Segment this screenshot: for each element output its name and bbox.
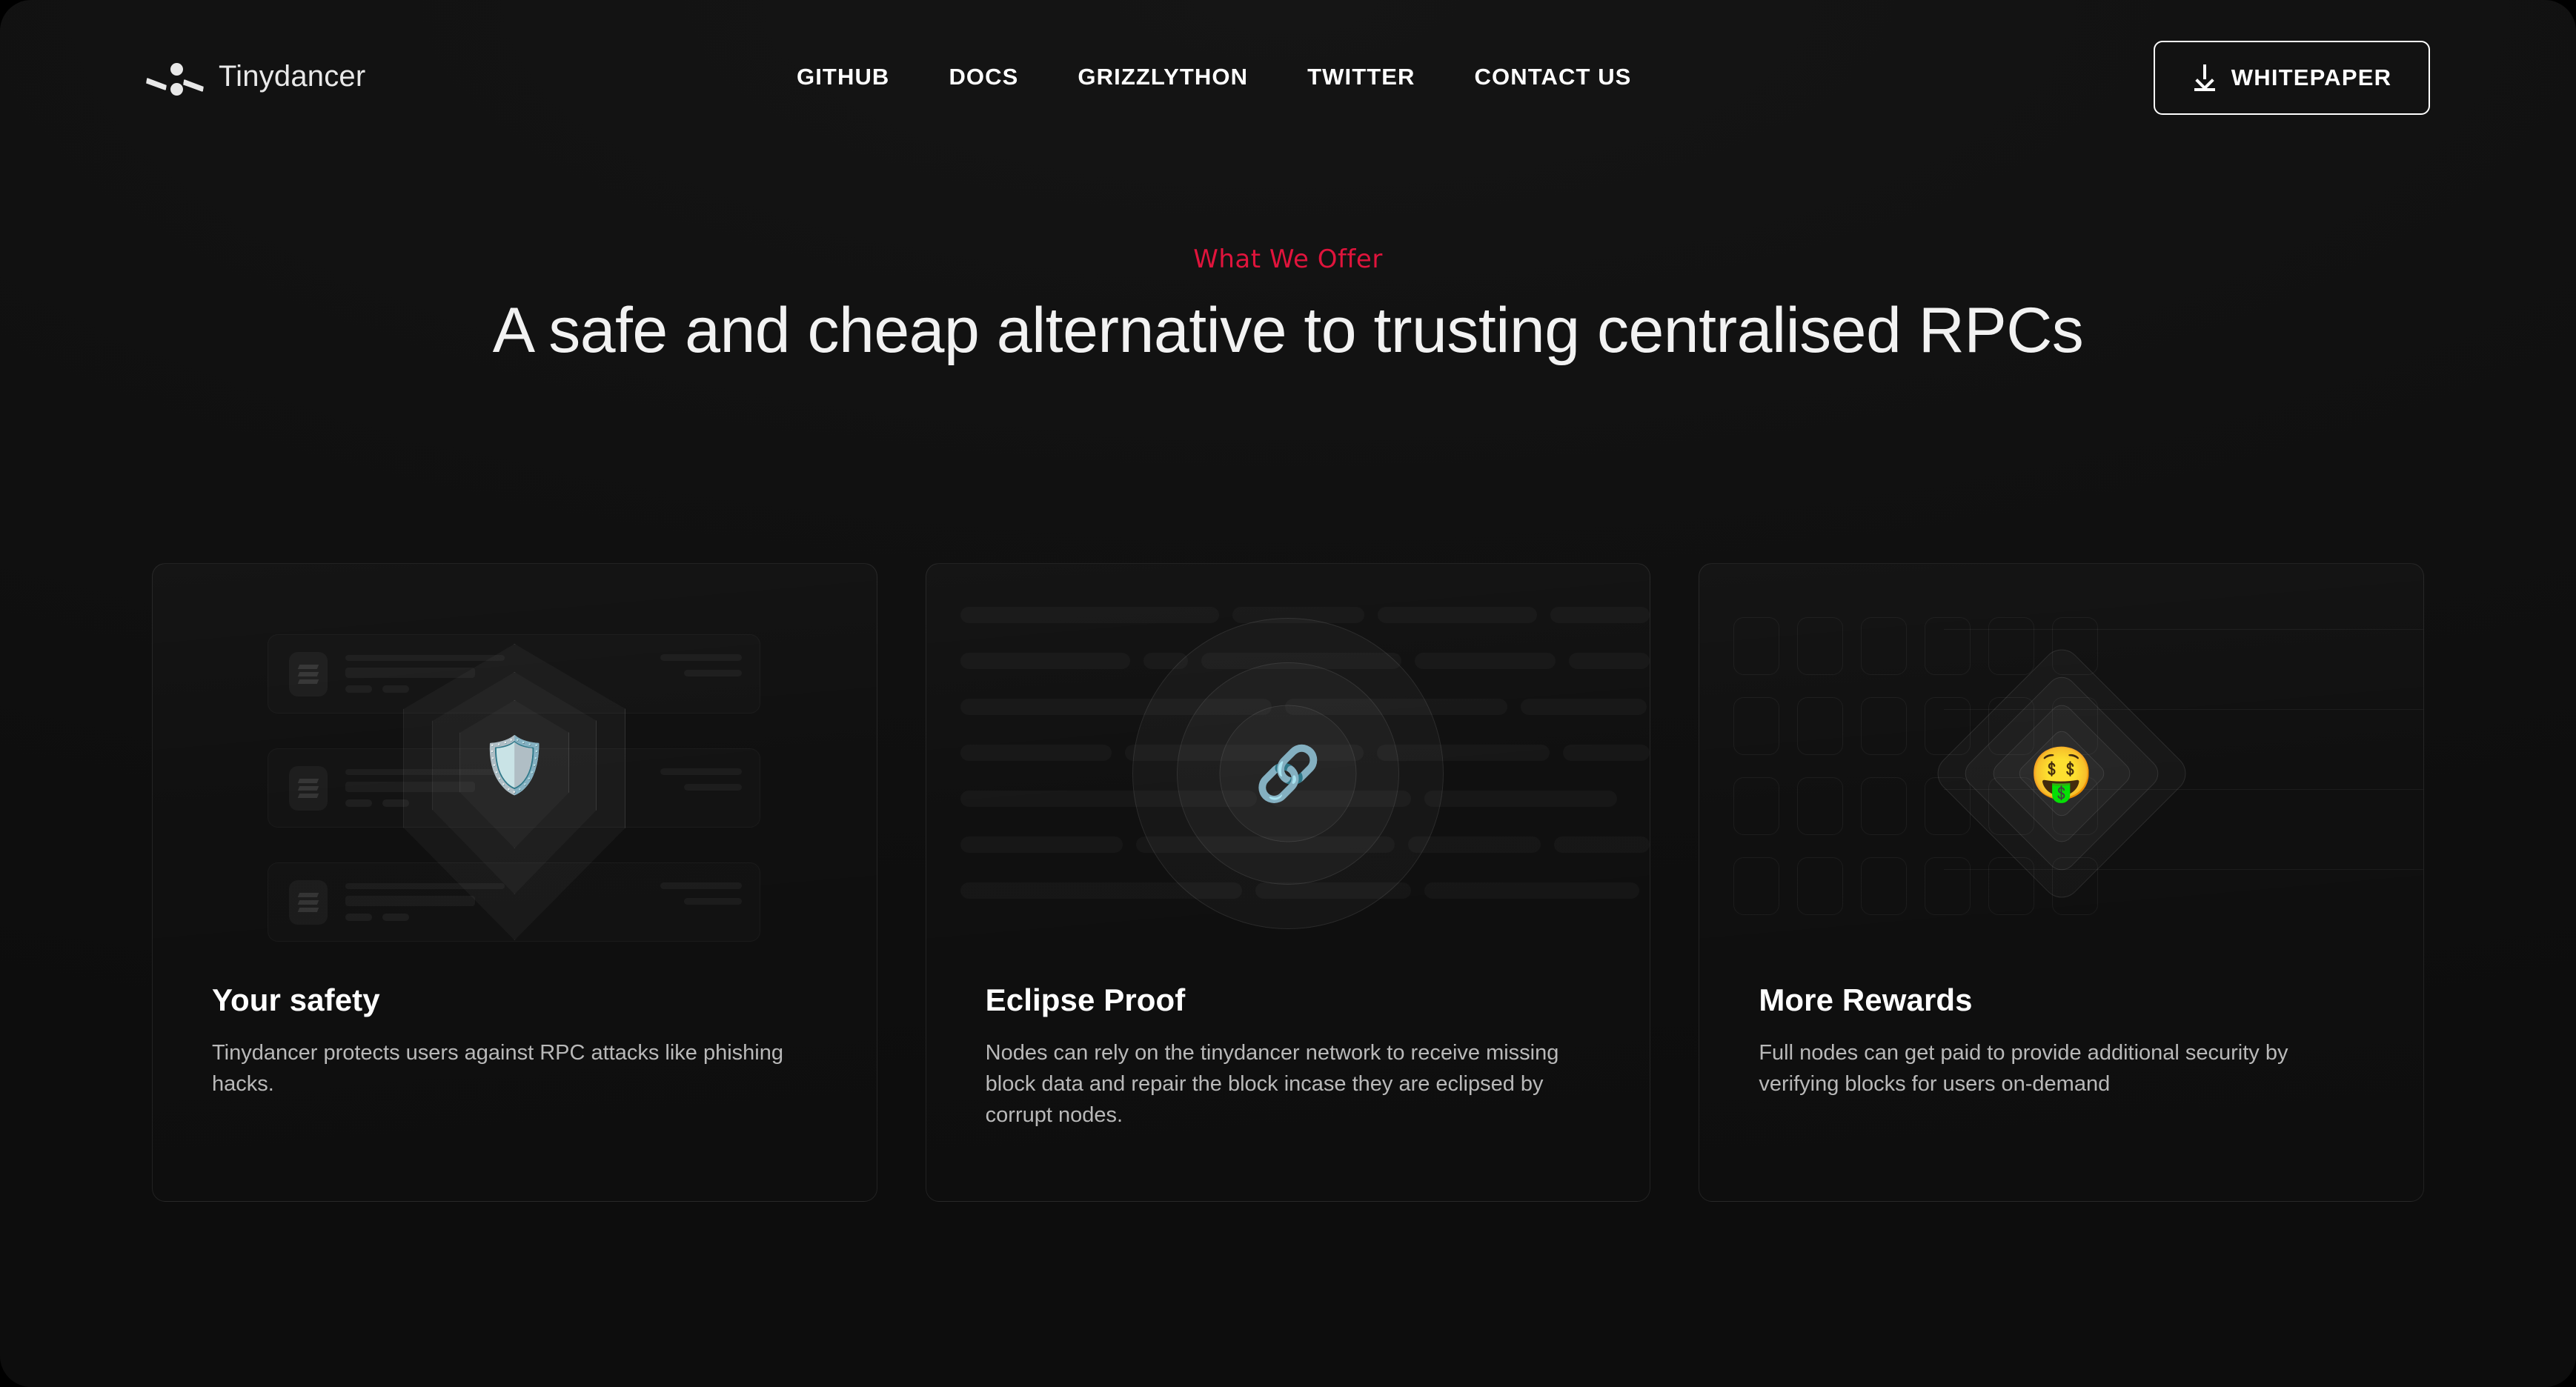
hero-section: What We Offer A safe and cheap alternati… — [0, 245, 2576, 367]
shield-stack-illustration: 🛡️ — [153, 564, 877, 982]
skeleton-right-lines — [660, 654, 742, 685]
card-description: Nodes can rely on the tinydancer network… — [985, 1041, 1559, 1128]
card-text-block: Your safety Tinydancer protects users ag… — [153, 982, 877, 1100]
feature-card-your-safety[interactable]: 🛡️ Your safety Tinydancer protects users… — [152, 563, 877, 1202]
nested-shield-shapes: 🛡️ — [403, 644, 625, 955]
card-title: Eclipse Proof — [985, 982, 1186, 1017]
whitepaper-button-label: WHITEPAPER — [2231, 64, 2392, 90]
feature-cards: 🛡️ Your safety Tinydancer protects users… — [152, 563, 2425, 1202]
brand-name: Tinydancer — [219, 59, 366, 93]
nav-link-docs[interactable]: DOCS — [919, 64, 1048, 90]
chain-link-emoji: 🔗 — [1255, 742, 1321, 805]
whitepaper-button[interactable]: WHITEPAPER — [2154, 41, 2430, 115]
brand-logo[interactable]: Tinydancer — [146, 53, 365, 99]
concentric-circles-illustration: 🔗 — [926, 564, 1650, 982]
card-text-block: Eclipse Proof Nodes can rely on the tiny… — [926, 982, 1650, 1131]
nav-link-grizzlython[interactable]: GRIZZLYTHON — [1048, 64, 1278, 90]
nav-link-contact-us[interactable]: CONTACT US — [1445, 64, 1662, 90]
nested-circle-shapes: 🔗 — [1125, 611, 1451, 937]
download-icon — [2192, 64, 2217, 91]
card-title: Your safety — [212, 982, 380, 1017]
solana-glyph-icon — [289, 879, 328, 925]
page-title: A safe and cheap alternative to trusting… — [492, 295, 2084, 366]
solana-glyph-icon — [289, 765, 328, 811]
card-title: More Rewards — [1759, 982, 1973, 1017]
feature-card-eclipse-proof[interactable]: 🔗 Eclipse Proof Nodes can rely on the ti… — [925, 563, 1651, 1202]
feature-card-more-rewards[interactable]: 🤑 More Rewards Full nodes can get paid t… — [1699, 563, 2425, 1202]
site-header: Tinydancer GITHUB DOCS GRIZZLYTHON TWITT… — [0, 0, 2576, 152]
money-mouth-face-emoji: 🤑 — [2029, 742, 2094, 804]
nested-diamond-shapes: 🤑 — [1917, 629, 2206, 918]
shield-emoji: 🛡️ — [480, 734, 549, 797]
nested-diamonds-illustration: 🤑 — [1699, 564, 2424, 982]
card-description: Tinydancer protects users against RPC at… — [212, 1041, 784, 1097]
skeleton-right-lines — [660, 882, 742, 914]
tinydancer-logo-icon — [146, 53, 204, 99]
nav-link-twitter[interactable]: TWITTER — [1278, 64, 1444, 90]
page-root: Tinydancer GITHUB DOCS GRIZZLYTHON TWITT… — [0, 0, 2576, 1387]
card-description: Full nodes can get paid to provide addit… — [1759, 1041, 2288, 1097]
skeleton-right-lines — [660, 768, 742, 799]
nav-link-github[interactable]: GITHUB — [767, 64, 919, 90]
main-navigation: GITHUB DOCS GRIZZLYTHON TWITTER CONTACT … — [767, 64, 1661, 90]
card-text-block: More Rewards Full nodes can get paid to … — [1699, 982, 2423, 1100]
section-eyebrow: What We Offer — [1193, 245, 1383, 274]
solana-glyph-icon — [289, 651, 328, 696]
